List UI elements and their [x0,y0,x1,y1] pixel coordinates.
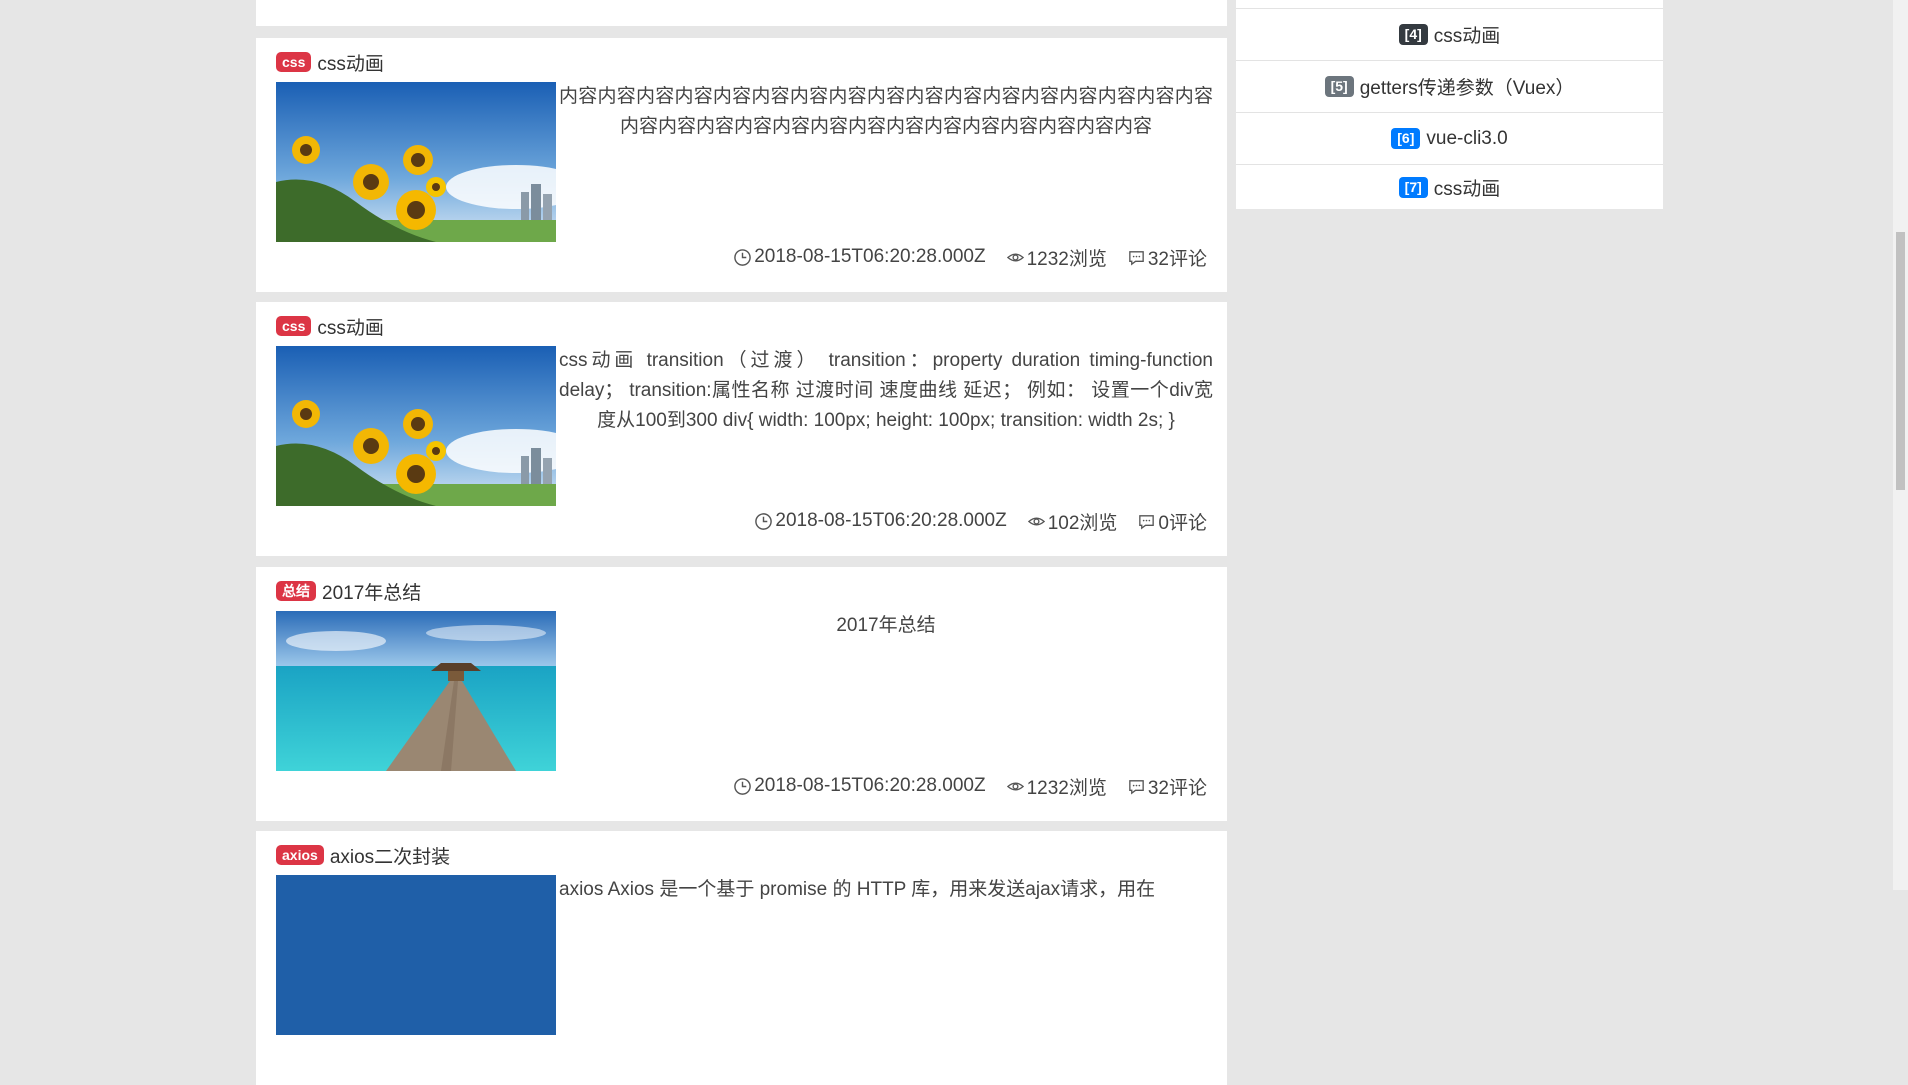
article-comments[interactable]: 32评论 [1127,244,1207,271]
ranking-sidebar: [4] css动画 [5] getters传递参数（Vuex） [6] vue-… [1236,0,1663,209]
article-meta: 2018-08-15T06:20:28.000Z 1232浏览 32评论 [733,771,1207,801]
article-card: axios axios二次封装 axios Axios 是一个基于 promis… [256,831,1227,1085]
rank-badge: [5] [1324,76,1354,97]
article-title-link[interactable]: 总结 2017年总结 [276,578,421,605]
article-thumbnail[interactable] [276,346,556,506]
sunflower-image [276,346,556,506]
article-meta: 2018-08-15T06:20:28.000Z 1232浏览 32评论 [733,242,1207,272]
scrollbar-thumb[interactable] [1896,232,1905,490]
article-card: css css动画 [256,302,1227,556]
sidebar-item-title[interactable]: css动画 [1434,174,1501,201]
article-excerpt: 2017年总结 [836,615,936,636]
comment-icon [1139,514,1155,529]
article-tag-badge[interactable]: css [276,316,312,336]
sidebar-item-title[interactable]: vue-cli3.0 [1426,128,1507,150]
clock-icon [734,777,752,795]
sidebar-item-title[interactable]: css动画 [1434,21,1501,48]
article-views: 1232浏览 [1006,773,1107,800]
article-date: 2018-08-15T06:20:28.000Z [733,246,986,268]
article-excerpt: 内容内容内容内容内容内容内容内容内容内容内容内容内容内容内容内容内容内容内容内容… [559,86,1213,137]
article-title-link[interactable]: css css动画 [276,49,384,76]
article-meta: 2018-08-15T06:20:28.000Z 102浏览 0评论 [754,506,1207,536]
sidebar-item[interactable] [1236,0,1663,9]
article-card: 总结 2017年总结 2017年总结 2018-08-15T06:20:28.0… [256,567,1227,821]
sidebar-item[interactable]: [7] css动画 [1236,165,1663,209]
article-title[interactable]: css动画 [317,313,384,340]
page-scrollbar[interactable] [1893,0,1908,890]
clock-icon [755,512,773,530]
article-date: 2018-08-15T06:20:28.000Z [733,775,986,797]
rank-badge: [6] [1391,128,1421,149]
sidebar-item-title[interactable]: getters传递参数（Vuex） [1360,73,1575,100]
pier-image [276,611,556,771]
sidebar-item[interactable]: [4] css动画 [1236,9,1663,61]
sky-image [276,875,556,1035]
eye-icon [1006,782,1024,790]
clock-icon [734,248,752,266]
article-excerpt: axios Axios 是一个基于 promise 的 HTTP 库，用来发送a… [559,879,1156,900]
article-date: 2018-08-15T06:20:28.000Z [754,510,1007,532]
article-comments[interactable]: 0评论 [1137,508,1207,535]
sidebar-item[interactable]: [6] vue-cli3.0 [1236,113,1663,165]
article-title[interactable]: axios二次封装 [330,842,450,869]
article-views: 102浏览 [1027,508,1117,535]
rank-badge: [7] [1398,176,1428,198]
eye-icon [1027,517,1045,525]
article-card: css css动画 [256,38,1227,292]
article-title[interactable]: 2017年总结 [322,578,421,605]
article-thumbnail[interactable] [276,82,556,242]
article-tag-badge[interactable]: 总结 [276,581,316,601]
article-title-link[interactable]: css css动画 [276,313,384,340]
comment-icon [1129,250,1144,265]
article-card [256,0,1227,26]
article-excerpt: css动画 transition（过渡） transition：property… [559,350,1213,431]
article-tag-badge[interactable]: css [276,52,312,72]
article-comments[interactable]: 32评论 [1127,773,1207,800]
comment-icon [1129,779,1144,794]
article-views: 1232浏览 [1006,244,1107,271]
article-thumbnail[interactable] [276,611,556,771]
rank-badge: [4] [1398,24,1428,45]
article-thumbnail[interactable] [276,875,556,1035]
article-title[interactable]: css动画 [317,49,384,76]
sidebar-item[interactable]: [5] getters传递参数（Vuex） [1236,61,1663,113]
article-tag-badge[interactable]: axios [276,845,324,865]
eye-icon [1006,253,1024,261]
sunflower-image [276,82,556,242]
article-title-link[interactable]: axios axios二次封装 [276,842,450,869]
